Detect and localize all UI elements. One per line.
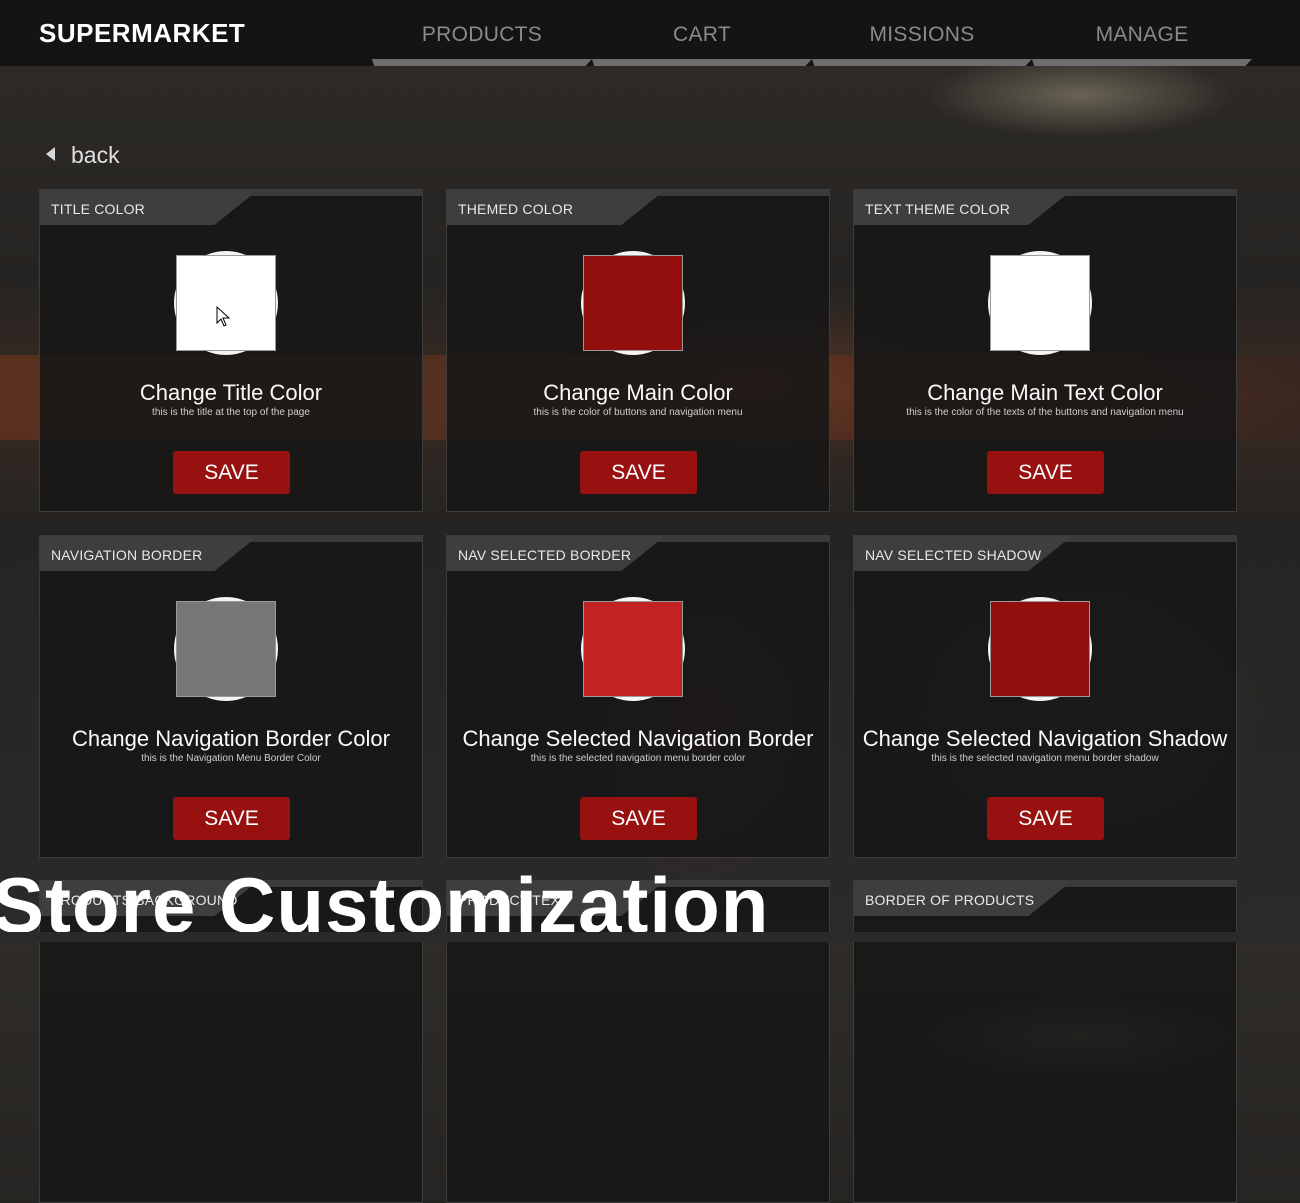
color-swatch[interactable] — [990, 601, 1090, 697]
nav-tab-label: MISSIONS — [869, 23, 975, 46]
color-picker[interactable] — [988, 251, 1092, 355]
top-navigation-bar: SUPERMARKET PRODUCTS CART MISSIONS MANAG… — [0, 0, 1300, 66]
card-title: NAV SELECTED BORDER — [458, 547, 632, 563]
nav-tab-border — [812, 59, 1032, 66]
card-title: TEXT THEME COLOR — [865, 201, 1011, 217]
card-heading: Change Title Color — [139, 380, 323, 405]
navigation-border-card: NAVIGATION BORDER Change Navigation Bord… — [39, 535, 423, 858]
color-picker[interactable] — [581, 597, 685, 701]
color-swatch[interactable] — [990, 255, 1090, 351]
card-header: TEXT THEME COLOR — [854, 190, 1238, 225]
nav-tab-border — [1032, 59, 1252, 66]
nav-tab-cart[interactable]: CART — [592, 0, 812, 66]
card-description: this is the selected navigation menu bor… — [530, 753, 746, 764]
card-header: THEMED COLOR — [447, 190, 831, 225]
nav-selected-shadow-card: NAV SELECTED SHADOW Change Selected Navi… — [853, 535, 1237, 858]
nav-tab-products[interactable]: PRODUCTS — [372, 0, 592, 66]
card-description: this is the color of the texts of the bu… — [906, 407, 1184, 418]
themed-color-card: THEMED COLOR Change Main Color this is t… — [446, 189, 830, 512]
nav-tab-manage[interactable]: MANAGE — [1032, 0, 1252, 66]
card-description: this is the Navigation Menu Border Color — [141, 753, 321, 764]
bottom-scrollbar-track — [0, 932, 1300, 942]
card-heading: Change Main Color — [543, 380, 733, 405]
card-header: NAV SELECTED SHADOW — [854, 536, 1238, 571]
border-of-products-card: BORDER OF PRODUCTS — [853, 880, 1237, 1203]
back-label: back — [71, 141, 120, 168]
caret-left-icon — [46, 147, 55, 161]
card-description: this is the color of buttons and navigat… — [533, 407, 743, 418]
nav-tab-missions[interactable]: MISSIONS — [812, 0, 1032, 66]
color-swatch[interactable] — [176, 255, 276, 351]
nav-tab-border — [372, 59, 592, 66]
save-button[interactable]: SAVE — [580, 451, 697, 494]
color-swatch[interactable] — [176, 601, 276, 697]
card-header: NAV SELECTED BORDER — [447, 536, 831, 571]
save-button[interactable]: SAVE — [987, 797, 1104, 840]
brand-title: SUPERMARKET — [39, 18, 246, 48]
color-picker[interactable] — [581, 251, 685, 355]
card-heading: Change Selected Navigation Border — [462, 726, 814, 751]
save-button[interactable]: SAVE — [987, 451, 1104, 494]
card-heading: Change Selected Navigation Shadow — [862, 726, 1228, 751]
nav-selected-border-card: NAV SELECTED BORDER Change Selected Navi… — [446, 535, 830, 858]
card-title: BORDER OF PRODUCTS — [865, 892, 1035, 908]
color-picker[interactable] — [988, 597, 1092, 701]
back-link[interactable]: back — [46, 140, 120, 170]
title-color-card: TITLE COLOR Change Title Color this is t… — [39, 189, 423, 512]
color-picker[interactable] — [174, 251, 278, 355]
card-description: this is the title at the top of the page — [152, 407, 310, 418]
nav-tab-label: PRODUCTS — [421, 23, 543, 46]
card-header: BORDER OF PRODUCTS — [854, 881, 1238, 916]
text-theme-color-card: TEXT THEME COLOR Change Main Text Color … — [853, 189, 1237, 512]
card-title: NAVIGATION BORDER — [51, 547, 203, 563]
save-button[interactable]: SAVE — [580, 797, 697, 840]
nav-tab-border — [592, 59, 812, 66]
card-title: NAV SELECTED SHADOW — [865, 547, 1042, 563]
card-title: THEMED COLOR — [458, 201, 574, 217]
color-swatch[interactable] — [583, 601, 683, 697]
save-button[interactable]: SAVE — [173, 797, 290, 840]
color-swatch[interactable] — [583, 255, 683, 351]
card-heading: Change Navigation Border Color — [72, 726, 390, 751]
nav-tab-label: MANAGE — [1095, 23, 1189, 46]
card-title: TITLE COLOR — [51, 201, 145, 217]
card-description: this is the selected navigation menu bor… — [931, 753, 1159, 764]
card-heading: Change Main Text Color — [927, 380, 1163, 405]
card-header: NAVIGATION BORDER — [40, 536, 424, 571]
mouse-cursor-icon — [216, 306, 231, 327]
save-button[interactable]: SAVE — [173, 451, 290, 494]
nav-tab-label: CART — [673, 23, 731, 46]
color-picker[interactable] — [174, 597, 278, 701]
card-header: TITLE COLOR — [40, 190, 424, 225]
